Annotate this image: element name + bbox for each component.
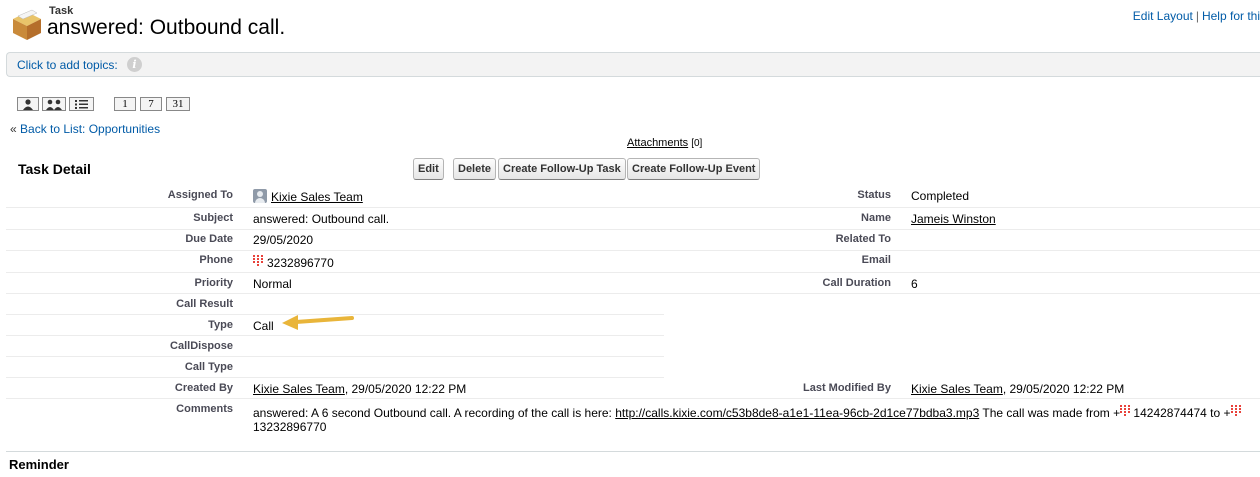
create-follow-up-task-button[interactable]: Create Follow-Up Task [498, 158, 626, 180]
subject-value: answered: Outbound call. [253, 212, 390, 226]
section-divider [6, 451, 1260, 452]
help-link[interactable]: Help for thi [1202, 9, 1260, 23]
user-icon [253, 189, 267, 203]
info-icon[interactable]: i [127, 57, 142, 72]
list-view-icon [75, 100, 88, 109]
created-by-value: Kixie Sales Team, 29/05/2020 12:22 PM [253, 382, 466, 396]
edit-layout-link[interactable]: Edit Layout [1133, 9, 1193, 23]
month-view-button[interactable]: 31 [166, 97, 190, 111]
delete-button[interactable]: Delete [453, 158, 497, 180]
list-view-button[interactable] [69, 97, 94, 111]
comments-text-1: answered: A 6 second Outbound call. A re… [253, 406, 616, 420]
comments-label: Comments [176, 403, 233, 415]
assigned-to-link[interactable]: Kixie Sales Team [271, 190, 363, 204]
name-label: Name [861, 212, 891, 224]
breadcrumb: « Back to List: Opportunities [10, 122, 160, 136]
type-label: Type [208, 319, 233, 331]
page-title: answered: Outbound call. [47, 16, 286, 39]
row-divider [6, 398, 1260, 399]
task-box-icon [13, 9, 41, 40]
from-number: 14242874474 [1130, 406, 1207, 420]
row-divider [6, 356, 664, 357]
to-number: 13232896770 [253, 420, 327, 434]
last-modified-by-link[interactable]: Kixie Sales Team [911, 382, 1003, 396]
call-duration-value: 6 [911, 277, 918, 291]
priority-value: Normal [253, 277, 292, 291]
email-label: Email [861, 254, 891, 266]
assigned-to-label: Assigned To [167, 189, 233, 201]
attachments-count: [0] [691, 138, 703, 149]
created-by-link[interactable]: Kixie Sales Team [253, 382, 345, 396]
attachments-link[interactable]: Attachments [627, 137, 688, 149]
row-divider [6, 207, 1260, 208]
due-date-value: 29/05/2020 [253, 233, 314, 247]
due-date-label: Due Date [185, 233, 233, 245]
name-link[interactable]: Jameis Winston [911, 212, 996, 226]
single-user-icon [23, 99, 33, 110]
add-topics-link[interactable]: Click to add topics: [17, 58, 118, 72]
status-value: Completed [911, 189, 970, 203]
call-type-label: Call Type [184, 361, 233, 373]
row-divider [6, 293, 1260, 294]
header-links: Edit Layout | Help for thi [1133, 9, 1260, 23]
row-divider [6, 272, 1260, 273]
back-chevron: « [10, 122, 17, 136]
comments-text-2: The call was made from + [979, 406, 1121, 420]
reminder-section-title: Reminder [9, 457, 69, 472]
phone-value: 3232896770 [253, 255, 334, 270]
comments-value: answered: A 6 second Outbound call. A re… [253, 405, 1253, 434]
header-separator: | [1195, 9, 1199, 23]
call-result-label: Call Result [176, 298, 233, 310]
single-user-view-button[interactable] [17, 97, 39, 111]
phone-label: Phone [199, 254, 233, 266]
row-divider [6, 229, 1260, 230]
created-by-label: Created By [174, 382, 233, 394]
section-title: Task Detail [18, 161, 91, 177]
created-date: , 29/05/2020 12:22 PM [344, 382, 467, 396]
name-value: Jameis Winston [911, 212, 996, 226]
kixie-phone-icon[interactable] [253, 255, 263, 266]
assigned-to-value: Kixie Sales Team [253, 189, 363, 204]
recording-link[interactable]: http://calls.kixie.com/c53b8de8-a1e1-11e… [615, 406, 979, 420]
last-modified-by-label: Last Modified By [802, 382, 891, 394]
last-modified-date: , 29/05/2020 12:22 PM [1002, 382, 1125, 396]
annotation-arrow [282, 315, 354, 330]
call-dispose-label: CallDispose [170, 340, 233, 352]
week-view-button[interactable]: 7 [140, 97, 162, 111]
topics-bar: Click to add topics: i [6, 52, 1260, 77]
last-modified-by-value: Kixie Sales Team, 29/05/2020 12:22 PM [911, 382, 1124, 396]
related-to-label: Related To [835, 233, 891, 245]
back-to-list-link[interactable]: Back to List: Opportunities [20, 122, 160, 136]
priority-label: Priority [194, 277, 233, 289]
attachments-link-wrapper: Attachments [0] [627, 137, 702, 149]
phone-number[interactable]: 3232896770 [267, 256, 334, 270]
subject-label: Subject [193, 212, 233, 224]
multi-user-view-button[interactable] [42, 97, 66, 111]
call-duration-label: Call Duration [822, 277, 891, 289]
edit-button[interactable]: Edit [413, 158, 444, 180]
row-divider [6, 335, 664, 336]
kixie-phone-icon[interactable] [1230, 405, 1241, 416]
row-divider [6, 250, 1260, 251]
day-view-button[interactable]: 1 [114, 97, 136, 111]
kixie-phone-icon[interactable] [1120, 405, 1131, 416]
comments-text-3: to + [1206, 406, 1231, 420]
create-follow-up-event-button[interactable]: Create Follow-Up Event [627, 158, 761, 180]
status-label: Status [857, 189, 891, 201]
row-divider [6, 377, 664, 378]
multi-user-icon [46, 99, 62, 110]
type-value: Call [253, 319, 274, 333]
